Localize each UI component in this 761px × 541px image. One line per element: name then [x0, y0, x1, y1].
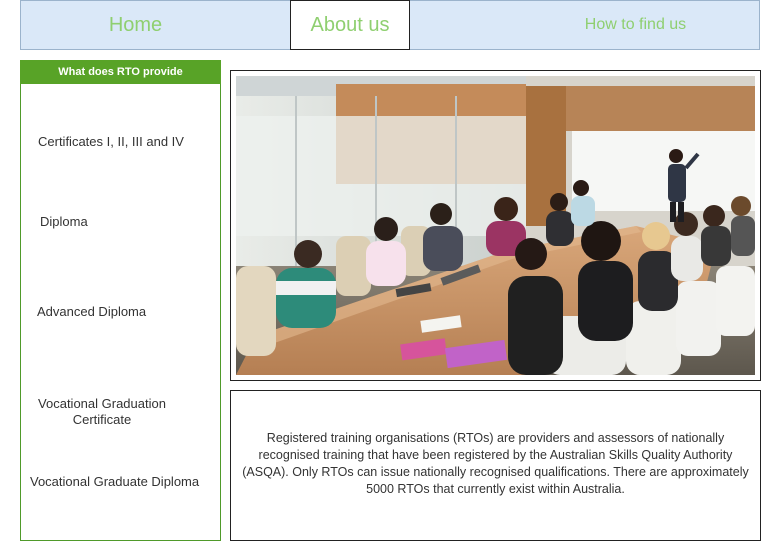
nav-about-link[interactable]: About us	[290, 0, 410, 50]
meeting-room-photo	[236, 76, 755, 375]
top-nav: Home About us How to find us	[20, 0, 760, 50]
sidebar: What does RTO provide Certificates I, II…	[20, 60, 221, 541]
rto-description: Registered training organisations (RTOs)…	[242, 430, 749, 496]
sidebar-item-certificates[interactable]: Certificates I, II, III and IV	[38, 134, 208, 150]
sidebar-item-diploma[interactable]: Diploma	[40, 214, 210, 230]
sidebar-item-advanced-diploma[interactable]: Advanced Diploma	[37, 304, 207, 320]
photo-frame	[230, 70, 761, 381]
sidebar-item-vocational-graduation-certificate[interactable]: Vocational Graduation Certificate	[21, 396, 183, 428]
nav-home-link[interactable]: Home	[21, 1, 250, 49]
nav-find-link[interactable]: How to find us	[533, 1, 738, 49]
sidebar-item-vocational-graduate-diploma[interactable]: Vocational Graduate Diploma	[30, 474, 220, 490]
sidebar-header: What does RTO provide	[20, 60, 221, 84]
description-box: Registered training organisations (RTOs)…	[230, 390, 761, 541]
